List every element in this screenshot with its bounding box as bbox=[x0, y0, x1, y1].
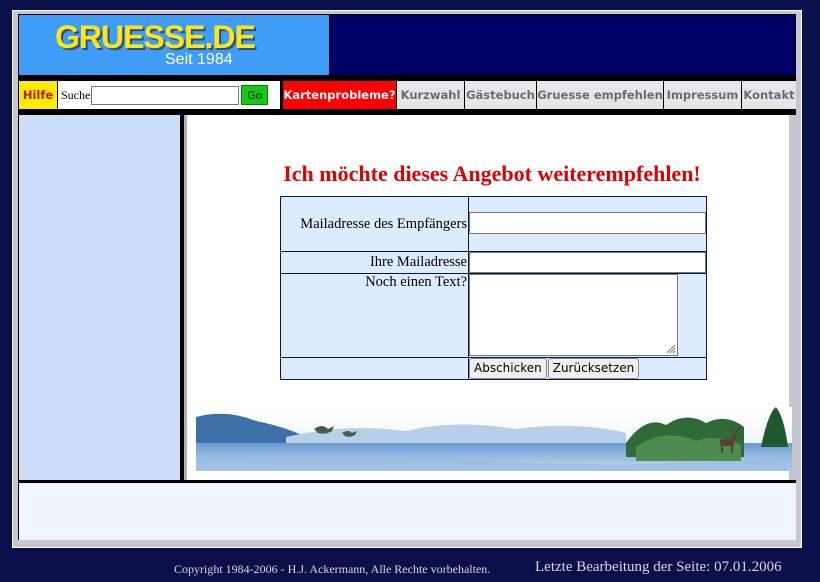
nav-help-link[interactable]: Hilfe bbox=[19, 81, 57, 109]
footer-bar bbox=[19, 483, 796, 540]
submit-button[interactable]: Abschicken bbox=[469, 358, 547, 379]
search-go-button[interactable]: Go bbox=[241, 85, 269, 105]
copyright-text: Copyright 1984-2006 - H.J. Ackermann, Al… bbox=[174, 562, 491, 576]
recipient-email-label: Mailadresse des Empfängers bbox=[280, 196, 469, 252]
site-tagline: Seit 1984 bbox=[165, 51, 233, 68]
nav-quick-dial[interactable]: Kurzwahl bbox=[397, 81, 464, 109]
resize-grip-icon[interactable] bbox=[664, 342, 676, 354]
navigation-bar: Hilfe Suche Go Kartenprobleme? Kurzwahl … bbox=[19, 80, 796, 110]
main-content: Ich möchte dieses Angebot weiterempfehle… bbox=[184, 115, 796, 480]
nav-imprint[interactable]: Impressum bbox=[664, 81, 741, 109]
page-title: Ich möchte dieses Angebot weiterempfehle… bbox=[283, 161, 701, 186]
nav-guestbook[interactable]: Gästebuch bbox=[465, 81, 536, 109]
nav-contact[interactable]: Kontakt bbox=[742, 81, 796, 109]
left-sidebar bbox=[19, 115, 180, 480]
last-edit-text: Letzte Bearbeitung der Seite: 07.01.2006 bbox=[535, 559, 782, 575]
page: { "header": { "logo_text": "GRUESSE.DE",… bbox=[0, 0, 820, 582]
landscape-banner-image bbox=[196, 407, 792, 471]
message-textarea[interactable] bbox=[469, 274, 678, 356]
empty-cell bbox=[280, 357, 469, 380]
page-container: GRUESSE.DE Seit 1984 Hilfe Suche Go Kart… bbox=[18, 14, 796, 540]
search-input[interactable] bbox=[91, 85, 240, 105]
message-label: Noch einen Text? bbox=[280, 273, 469, 358]
nav-card-problems[interactable]: Kartenprobleme? bbox=[283, 81, 396, 109]
own-email-field[interactable] bbox=[469, 252, 706, 273]
search-box: Suche Go bbox=[58, 81, 280, 109]
header-banner bbox=[330, 15, 795, 75]
own-email-label: Ihre Mailadresse bbox=[280, 251, 469, 274]
header-logo-area: GRUESSE.DE Seit 1984 bbox=[19, 15, 329, 75]
recipient-email-field[interactable] bbox=[469, 212, 706, 234]
search-label: Suche bbox=[61, 87, 91, 102]
reset-button[interactable]: Zurücksetzen bbox=[547, 358, 640, 379]
window-frame: GRUESSE.DE Seit 1984 Hilfe Suche Go Kart… bbox=[12, 10, 802, 548]
recommend-form: Mailadresse des Empfängers Ihre Mailadre… bbox=[280, 196, 707, 380]
nav-recommend[interactable]: Gruesse empfehlen bbox=[537, 81, 663, 109]
